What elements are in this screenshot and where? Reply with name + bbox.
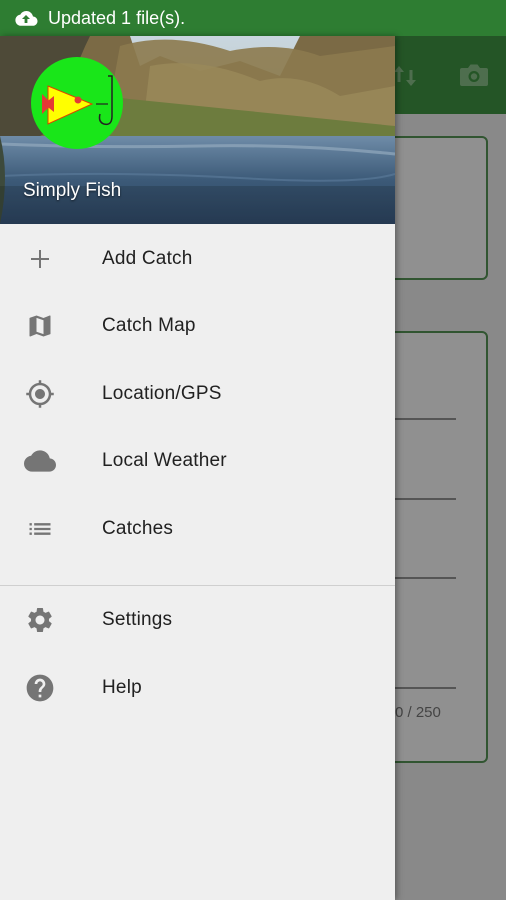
drawer-header: Simply Fish — [0, 36, 395, 224]
menu-item-label: Help — [102, 676, 142, 698]
menu-item-add-catch[interactable]: Add Catch — [0, 225, 395, 292]
status-bar: Updated 1 file(s). — [0, 0, 506, 36]
gps-icon — [24, 378, 56, 410]
app-logo — [31, 57, 123, 149]
list-icon — [24, 513, 56, 545]
menu-item-label: Catches — [102, 517, 174, 539]
map-icon — [24, 310, 56, 342]
menu-item-location-gps[interactable]: Location/GPS — [0, 360, 395, 427]
menu-item-settings[interactable]: Settings — [0, 586, 395, 653]
menu-item-catch-map[interactable]: Catch Map — [0, 292, 395, 359]
menu-item-help[interactable]: Help — [0, 654, 395, 721]
menu-item-label: Settings — [102, 608, 173, 630]
menu-item-label: Catch Map — [102, 314, 196, 336]
cloud-upload-icon — [15, 11, 38, 26]
navigation-drawer: Simply Fish Add Catch Catch Map Location… — [0, 36, 395, 900]
menu-item-label: Add Catch — [102, 247, 193, 269]
help-icon — [24, 672, 56, 704]
menu-item-catches[interactable]: Catches — [0, 495, 395, 562]
menu-item-local-weather[interactable]: Local Weather — [0, 427, 395, 494]
app-name: Simply Fish — [23, 180, 122, 201]
plus-icon — [24, 243, 56, 275]
menu-item-label: Local Weather — [102, 449, 227, 471]
gear-icon — [24, 604, 56, 636]
notification-text: Updated 1 file(s). — [48, 7, 186, 28]
menu-item-label: Location/GPS — [102, 382, 222, 404]
cloud-icon — [24, 445, 56, 477]
